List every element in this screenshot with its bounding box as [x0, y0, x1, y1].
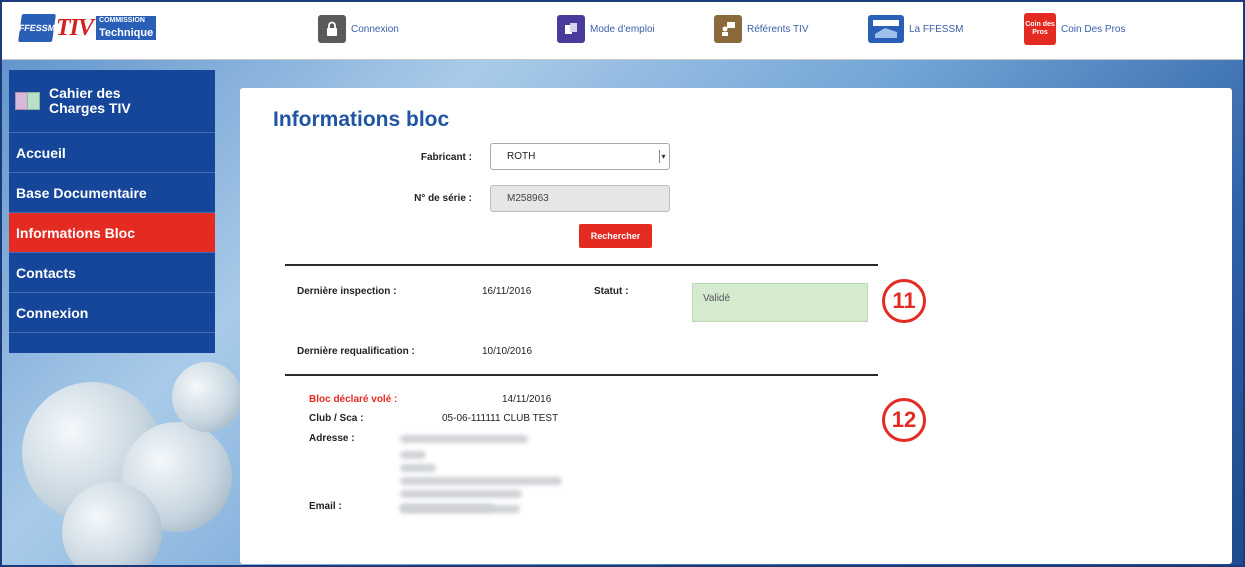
- search-button[interactable]: Rechercher: [579, 224, 652, 248]
- logo-badge: FFESSM: [18, 14, 56, 42]
- chevron-down-icon: ▾: [659, 150, 667, 163]
- logo-brand: TIV: [56, 14, 94, 41]
- sidebar-title-line1: Cahier des: [49, 85, 121, 101]
- page-title: Informations bloc: [273, 108, 450, 131]
- manufacturer-select[interactable]: ROTH ▾: [490, 143, 670, 170]
- sidebar-item-accueil[interactable]: Accueil: [9, 133, 215, 173]
- sidebar-item-connexion[interactable]: Connexion: [9, 293, 215, 333]
- main-panel: Informations bloc Fabricant : ROTH ▾ N° …: [240, 88, 1232, 564]
- status-label: Statut :: [594, 286, 629, 297]
- last-requalification-label: Dernière requalification :: [297, 346, 415, 357]
- book-guide-icon: [557, 15, 585, 43]
- lock-icon: [318, 15, 346, 43]
- sidebar-item-informations-bloc[interactable]: Informations Bloc: [9, 213, 215, 253]
- address-label: Adresse :: [309, 433, 355, 444]
- sidebar-item-base-documentaire[interactable]: Base Documentaire: [9, 173, 215, 213]
- section-divider: [285, 374, 878, 376]
- status-value: Validé: [703, 293, 731, 304]
- sidebar: Cahier des Charges TIV Accueil Base Docu…: [9, 70, 215, 353]
- nav-mode-emploi[interactable]: Mode d'emploi: [557, 13, 655, 45]
- nav-referents-label: Référents TIV: [747, 23, 809, 35]
- callout-marker-11: 11: [882, 279, 926, 323]
- ffessm-logo-icon: [868, 15, 904, 43]
- logo-subtitle: COMMISSION Technique: [96, 16, 157, 40]
- last-requalification-value: 10/10/2016: [482, 346, 533, 357]
- club-value: 05-06-111111 CLUB TEST: [442, 413, 559, 424]
- nav-la-ffessm[interactable]: La FFESSM: [868, 13, 963, 45]
- nav-connexion[interactable]: Connexion: [318, 13, 399, 45]
- redacted-email: [400, 504, 495, 512]
- nav-coin-des-pros[interactable]: Coin des Pros Coin Des Pros: [1024, 13, 1125, 45]
- redacted-address-line: [400, 451, 426, 459]
- club-label: Club / Sca :: [309, 413, 364, 424]
- top-navigation-bar: FFESSM TIV COMMISSION Technique Connexio…: [2, 2, 1243, 60]
- sidebar-title: Cahier des Charges TIV: [49, 86, 131, 116]
- status-badge: Validé: [692, 283, 868, 322]
- email-label: Email :: [309, 501, 342, 512]
- last-inspection-value: 16/11/2016: [482, 286, 532, 297]
- nav-mode-emploi-label: Mode d'emploi: [590, 23, 655, 35]
- sidebar-item-contacts[interactable]: Contacts: [9, 253, 215, 293]
- redacted-address-line: [400, 464, 436, 472]
- book-icon: [15, 90, 41, 112]
- coin-des-pros-icon: Coin des Pros: [1024, 13, 1056, 45]
- serial-number-value: M258963: [507, 193, 549, 204]
- stolen-label: Bloc déclaré volé :: [309, 394, 398, 405]
- redacted-address-line: [400, 435, 528, 443]
- logo-line1: COMMISSION: [96, 16, 157, 26]
- nav-referents-tiv[interactable]: Référents TIV: [714, 13, 809, 45]
- serial-number-input[interactable]: M258963: [490, 185, 670, 212]
- sidebar-header: Cahier des Charges TIV: [9, 70, 215, 133]
- sidebar-title-line2: Charges TIV: [49, 100, 131, 116]
- presenter-icon: [714, 15, 742, 43]
- nav-connexion-label: Connexion: [351, 23, 399, 35]
- callout-marker-12: 12: [882, 398, 926, 442]
- nav-coin-des-pros-label: Coin Des Pros: [1061, 23, 1126, 35]
- serial-label: N° de série :: [414, 193, 472, 204]
- app-window: FFESSM TIV COMMISSION Technique Connexio…: [0, 0, 1245, 567]
- manufacturer-label: Fabricant :: [420, 152, 472, 163]
- section-divider: [285, 264, 878, 266]
- coin-des-pros-badge-text: Coin des Pros: [1025, 21, 1055, 36]
- last-inspection-label: Dernière inspection :: [297, 286, 397, 297]
- logo-line2: Technique: [96, 26, 157, 40]
- redacted-address-line: [400, 477, 562, 485]
- ffessm-tiv-logo[interactable]: FFESSM TIV COMMISSION Technique: [18, 13, 157, 43]
- manufacturer-value: ROTH: [507, 151, 536, 162]
- background-bubble: [172, 362, 242, 432]
- nav-ffessm-label: La FFESSM: [909, 23, 964, 35]
- stolen-date: 14/11/2016: [502, 394, 552, 405]
- redacted-address-line: [400, 490, 522, 498]
